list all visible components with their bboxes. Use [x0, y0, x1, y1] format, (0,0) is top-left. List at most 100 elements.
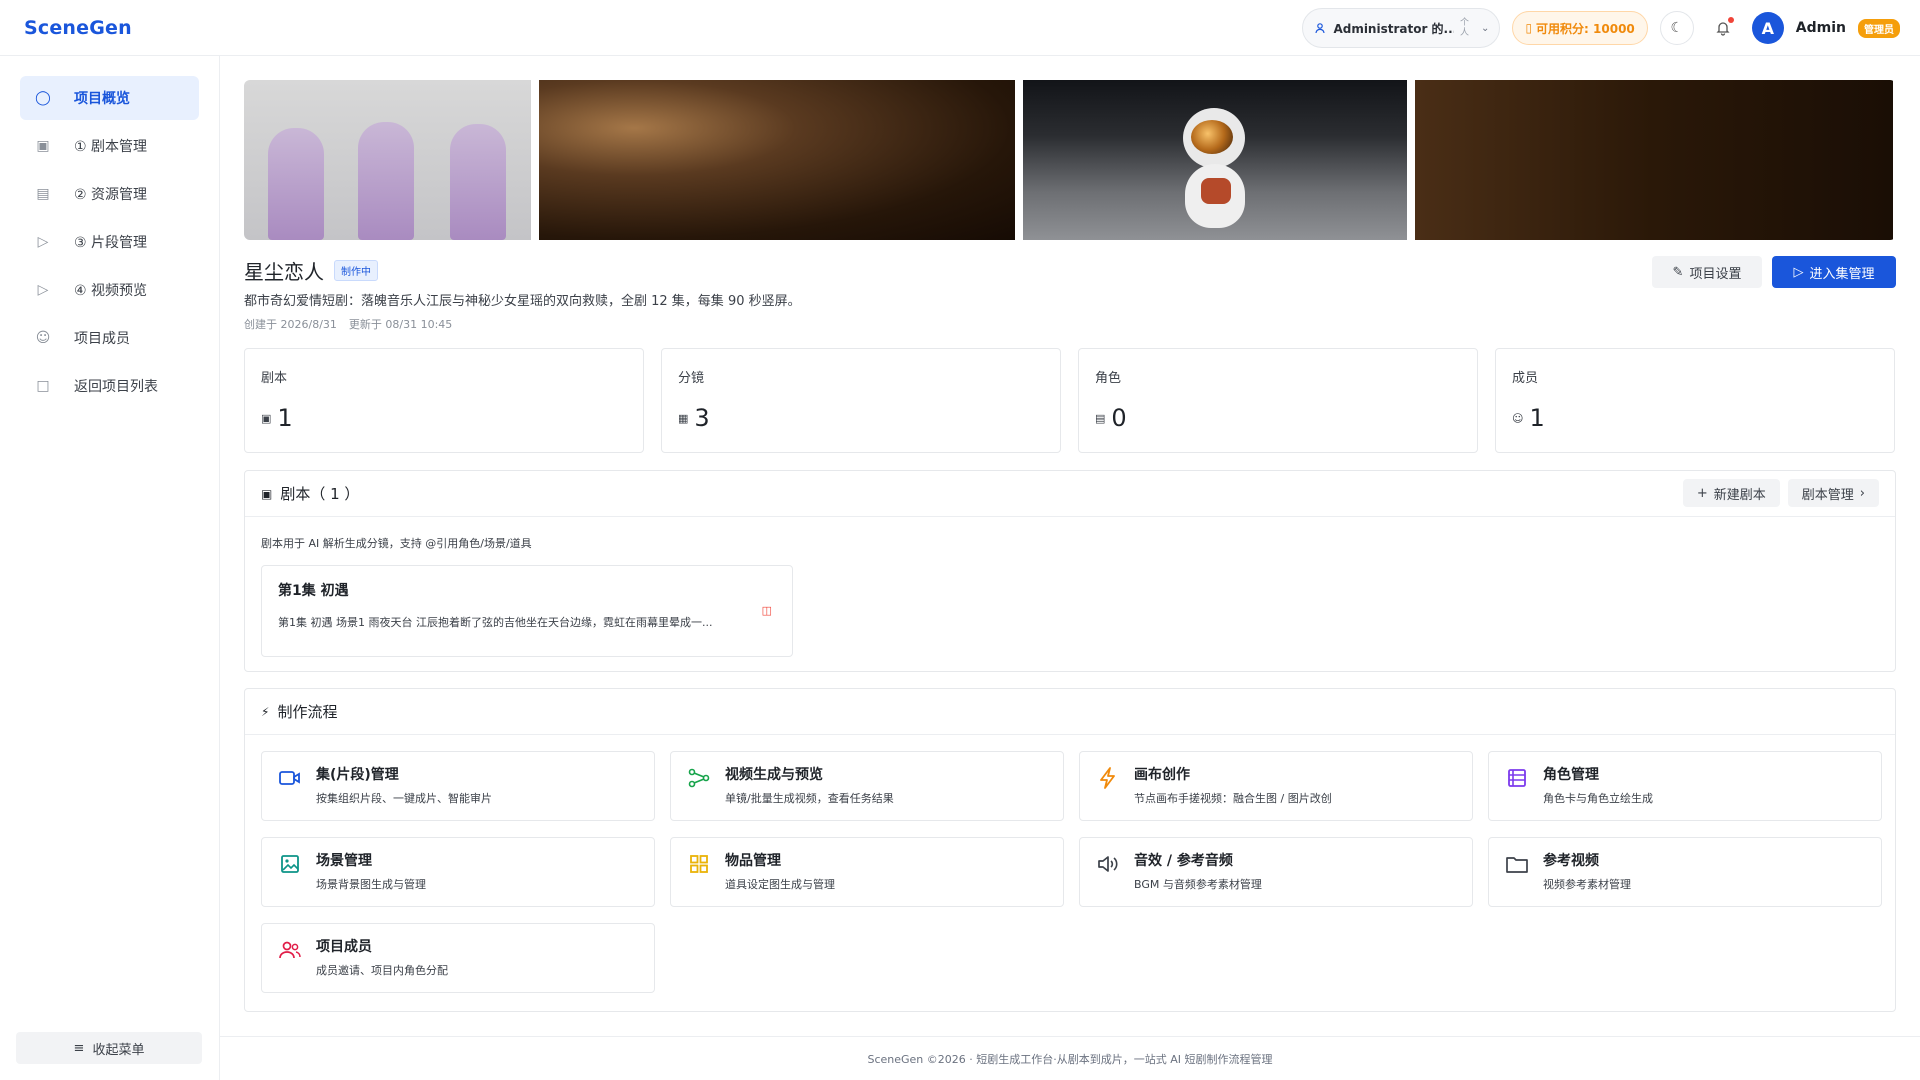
episode-title: 第1集 初遇	[278, 583, 349, 599]
script-management-button[interactable]: 剧本管理 ›	[1787, 479, 1879, 507]
chevron-down-icon: ⌄	[1481, 22, 1490, 34]
document-icon: ▣	[261, 486, 273, 501]
sidebar-item-label: 项目成员	[74, 331, 130, 347]
document-icon: ▣	[36, 138, 50, 154]
plus-icon: +	[1696, 485, 1708, 501]
page-footer: SceneGen ©2026 · 短剧生成工作台·从剧本到成片，一站式 AI 短…	[220, 1036, 1920, 1080]
figure-shape	[358, 122, 414, 240]
grid-icon	[687, 852, 711, 876]
workflow-item-desc: 角色卡与角色立绘生成	[1543, 792, 1653, 805]
stat-label: 剧本	[261, 371, 288, 386]
updated-date: 更新于 08/31 10:45	[348, 318, 453, 331]
video-icon: ▷	[1793, 264, 1804, 280]
theme-toggle-button[interactable]: ☾	[1659, 11, 1694, 45]
workspace-type-line1: 个	[1460, 18, 1470, 28]
sidebar-item-overview[interactable]: ◯ 项目概览	[20, 76, 199, 120]
credits-text: 可用积分: 10000	[1536, 21, 1635, 36]
workflow-card: ⚡ 制作流程 集(片段)管理按集组织片段、一键成片、智能审片 视频生成与预览 单镜…	[244, 688, 1896, 1012]
sidebar-item-label: ④ 视频预览	[74, 283, 148, 299]
avatar[interactable]: A	[1751, 12, 1784, 44]
coin-icon: ▯	[1525, 21, 1533, 35]
workflow-item-title: 音效 / 参考音频	[1134, 853, 1233, 869]
stat-label: 分镜	[678, 371, 705, 386]
project-description: 都市奇幻爱情短剧：落魄音乐人江辰与神秘少女星瑶的双向救赎，全剧 12 集，每集 …	[244, 294, 801, 309]
workflow-item-members[interactable]: 项目成员 成员邀请、项目内角色分配	[261, 923, 655, 993]
workflow-item-title: 画布创作	[1134, 767, 1190, 783]
users-icon	[1315, 23, 1326, 34]
sidebar-item-back-to-projects[interactable]: □ 返回项目列表	[20, 364, 199, 408]
workflow-card-header: ⚡ 制作流程	[245, 689, 1895, 735]
sidebar-item-label: ① 剧本管理	[74, 139, 148, 155]
figure-shape	[450, 124, 506, 240]
figure-shape	[268, 128, 324, 240]
workspace-type: 个 人	[1460, 18, 1469, 38]
trash-icon[interactable]: ◫	[762, 604, 772, 617]
workflow-item-desc: 场景背景图生成与管理	[316, 878, 426, 891]
workflow-item-episodes[interactable]: 集(片段)管理按集组织片段、一键成片、智能审片	[261, 751, 655, 821]
stat-value: 1	[1529, 404, 1545, 432]
grid-icon: ▦	[678, 411, 689, 425]
scripts-actions: + 新建剧本 剧本管理 ›	[1682, 479, 1879, 507]
sidebar-item-members[interactable]: ☺ 项目成员	[20, 316, 199, 360]
folder-icon	[1505, 852, 1529, 876]
sidebar-item-resources[interactable]: ▤ ② 资源管理	[20, 172, 199, 216]
collapse-menu-button[interactable]: ≡ 收起菜单	[16, 1032, 202, 1064]
sidebar-item-scripts[interactable]: ▣ ① 剧本管理	[20, 124, 199, 168]
episode-card[interactable]: 第1集 初遇 第1集 初遇 场景1 雨夜天台 江辰抱着断了弦的吉他坐在天台边缘，…	[261, 565, 793, 657]
workflow-item-desc: BGM 与音频参考素材管理	[1134, 878, 1262, 891]
top-header: SceneGen Administrator 的... 个 人 ⌄ ▯ 可用积分…	[0, 0, 1920, 56]
document-icon: ▣	[261, 411, 272, 425]
enter-episode-label: 进入集管理	[1809, 266, 1875, 282]
astronaut-figure	[1171, 108, 1257, 228]
project-cover-banner	[244, 80, 1896, 240]
edit-icon: ✎	[1672, 264, 1684, 280]
workflow-item-props[interactable]: 物品管理 道具设定图生成与管理	[670, 837, 1064, 907]
app-logo[interactable]: SceneGen	[24, 17, 132, 39]
workflow-item-desc: 成员邀请、项目内角色分配	[316, 964, 448, 977]
workflow-item-video-generation[interactable]: 视频生成与预览 单镜/批量生成视频，查看任务结果	[670, 751, 1064, 821]
list-icon: ▤	[36, 186, 50, 202]
workflow-item-title: 场景管理	[316, 853, 372, 869]
workspace-name: Administrator 的...	[1333, 21, 1455, 36]
project-meta: 创建于 2026/8/31 更新于 08/31 10:45	[244, 316, 452, 332]
project-title: 星尘恋人	[244, 260, 324, 284]
status-badge: 制作中	[334, 260, 378, 281]
notifications-button[interactable]	[1706, 11, 1740, 45]
workflow-item-audio[interactable]: 音效 / 参考音频 BGM 与音频参考素材管理	[1079, 837, 1473, 907]
workflow-item-desc: 按集组织片段、一键成片、智能审片	[316, 792, 492, 805]
stat-card-scripts: 剧本 ▣ 1	[244, 348, 644, 453]
main-content: 星尘恋人 制作中 都市奇幻爱情短剧：落魄音乐人江辰与神秘少女星瑶的双向救赎，全剧…	[220, 56, 1920, 1080]
stat-label: 成员	[1512, 371, 1539, 386]
enter-episode-management-button[interactable]: ▷ 进入集管理	[1772, 256, 1896, 288]
workflow-item-reference-videos[interactable]: 参考视频视频参考素材管理	[1488, 837, 1882, 907]
stat-value: 3	[694, 404, 710, 432]
sidebar: ◯ 项目概览 ▣ ① 剧本管理 ▤ ② 资源管理 ▷ ③ 片段管理 ▷ ④ 视频…	[0, 56, 220, 1080]
workflow-item-title: 集(片段)管理	[316, 767, 399, 783]
moon-icon: ☾	[1670, 20, 1684, 36]
role-badge: 管理员	[1858, 18, 1900, 38]
workflow-item-scenes[interactable]: 场景管理场景背景图生成与管理	[261, 837, 655, 907]
scripts-card-title: 剧本（ 1 ）	[280, 485, 360, 503]
cover-image-2	[539, 80, 1015, 240]
overview-icon: ◯	[35, 90, 51, 106]
sidebar-item-video-preview[interactable]: ▷ ④ 视频预览	[20, 268, 199, 312]
workflow-item-desc: 道具设定图生成与管理	[725, 878, 835, 891]
workspace-type-line2: 人	[1460, 28, 1470, 38]
workflow-item-desc: 视频参考素材管理	[1543, 878, 1631, 891]
folder-icon: □	[36, 378, 50, 394]
workflow-item-characters[interactable]: 角色管理 角色卡与角色立绘生成	[1488, 751, 1882, 821]
sidebar-item-segments[interactable]: ▷ ③ 片段管理	[20, 220, 199, 264]
share-icon	[687, 766, 711, 790]
workspace-switcher[interactable]: Administrator 的... 个 人 ⌄	[1302, 8, 1501, 48]
workflow-item-title: 参考视频	[1543, 853, 1599, 869]
project-settings-button[interactable]: ✎ 项目设置	[1652, 256, 1762, 288]
script-management-label: 剧本管理	[1801, 487, 1854, 503]
user-name[interactable]: Admin	[1796, 20, 1846, 36]
sidebar-item-label: 返回项目列表	[74, 379, 158, 395]
notification-dot	[1727, 17, 1734, 23]
credits-badge[interactable]: ▯ 可用积分: 10000	[1512, 11, 1648, 45]
stat-value: 1	[277, 404, 293, 432]
new-script-button[interactable]: + 新建剧本	[1682, 479, 1780, 507]
project-title-row: 星尘恋人 制作中	[244, 256, 378, 285]
workflow-item-canvas[interactable]: 画布创作 节点画布手搓视频：融合生图 / 图片改创	[1079, 751, 1473, 821]
